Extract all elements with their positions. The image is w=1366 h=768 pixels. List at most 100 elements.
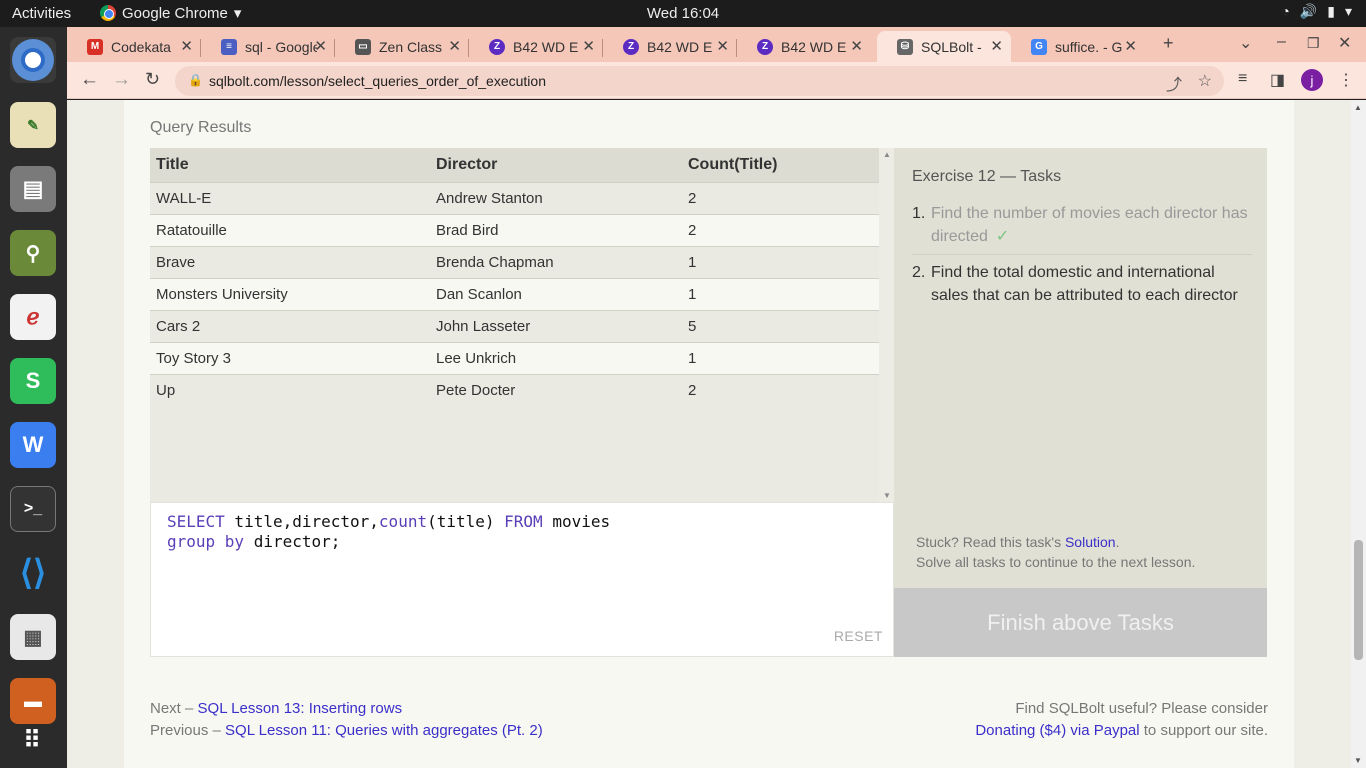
side-panel-icon[interactable]: ◨ [1270, 70, 1285, 90]
system-tray[interactable]: ◔ 🔊 ▮ ▾ [1281, 3, 1352, 20]
new-tab-button[interactable]: + [1163, 33, 1174, 54]
image-viewer-icon[interactable]: ⚲ [10, 230, 56, 276]
clock[interactable]: Wed 16:04 [647, 5, 719, 22]
terminal-icon[interactable]: >_ [10, 486, 56, 532]
tab-label: Codekata [111, 38, 171, 55]
zoom-icon: Z [757, 38, 773, 55]
tab-close-icon[interactable]: ✕ [990, 37, 1003, 55]
tab-separator [736, 39, 737, 57]
table-row: Ratatouille Brad Bird 2 [150, 213, 879, 246]
maximize-icon[interactable]: ❐ [1307, 35, 1320, 52]
tab-close-icon[interactable]: ✕ [1124, 37, 1137, 55]
table-cell: Monsters University [150, 277, 430, 310]
tab-4[interactable]: Z B42 WD E ✕ [469, 31, 603, 62]
scroll-up-icon[interactable]: ▲ [1354, 103, 1362, 112]
finish-tasks-button[interactable]: Finish above Tasks [894, 588, 1267, 657]
tab-close-icon[interactable]: ✕ [582, 37, 595, 55]
tab-close-icon[interactable]: ✕ [448, 37, 461, 55]
tab-search-icon[interactable]: ⌄ [1239, 33, 1252, 53]
table-row: Brave Brenda Chapman 1 [150, 245, 879, 278]
tab-1[interactable]: M Codekata ✕ [67, 31, 201, 62]
document-viewer-icon[interactable]: ℯ [10, 294, 56, 340]
files-icon[interactable]: ▤ [10, 166, 56, 212]
bookmark-star-icon[interactable]: ☆ [1198, 71, 1212, 91]
table-cell: Cars 2 [150, 309, 430, 342]
calculator-icon[interactable]: ▦ [10, 614, 56, 660]
zoom-icon: Z [623, 38, 639, 55]
tab-close-icon[interactable]: ✕ [850, 37, 863, 55]
table-cell: 5 [682, 309, 879, 342]
docs-icon: ≡ [221, 38, 237, 55]
previous-lesson-link[interactable]: SQL Lesson 11: Queries with aggregates (… [225, 722, 543, 739]
share-icon[interactable]: ⤴ [1166, 71, 1182, 95]
tab-close-icon[interactable]: ✕ [716, 37, 729, 55]
donate-link[interactable]: Donating ($4) via Paypal [975, 722, 1139, 739]
tab-8[interactable]: Gsuffice. - G ✕ [1011, 31, 1145, 62]
sql-editor[interactable]: SELECT title,director,count(title) FROM … [150, 502, 894, 657]
table-cell: Ratatouille [150, 213, 430, 246]
show-apps-icon[interactable]: ⠿ [10, 717, 56, 763]
spreadsheet-icon[interactable]: S [10, 358, 56, 404]
checkmark-icon: ✓ [995, 228, 1010, 245]
table-cell: Lee Unkrich [430, 341, 682, 374]
database-icon: ⛁ [897, 38, 913, 55]
more-menu-icon[interactable]: ⋮ [1338, 70, 1354, 90]
activities-button[interactable]: Activities [12, 5, 71, 22]
column-header: Count(Title) [682, 148, 879, 182]
scroll-up-icon[interactable]: ▲ [883, 150, 891, 159]
table-row: Toy Story 3 Lee Unkrich 1 [150, 341, 879, 374]
app-menu[interactable]: Google Chrome ▾ [100, 4, 241, 22]
chevron-down-icon: ▾ [1344, 3, 1352, 19]
volume-icon: 🔊 [1299, 3, 1318, 19]
minimize-icon[interactable]: – [1277, 33, 1286, 51]
forward-icon[interactable]: → [112, 69, 131, 91]
tab-3[interactable]: ▭ Zen Class ✕ [335, 31, 469, 62]
close-icon[interactable]: ✕ [1338, 33, 1351, 53]
table-cell: John Lasseter [430, 309, 682, 342]
scroll-down-icon[interactable]: ▼ [883, 491, 891, 500]
table-cell: 2 [682, 213, 879, 246]
url-text: sqlbolt.com/lesson/select_queries_order_… [209, 73, 546, 89]
tab-2[interactable]: ≡ sql - Google ✕ [201, 31, 335, 62]
query-line-2: group by director; [167, 532, 341, 551]
table-row: Cars 2 John Lasseter 5 [150, 309, 879, 342]
tab-separator [602, 39, 603, 57]
task-help: Stuck? Read this task's Solution. Solve … [916, 534, 1196, 570]
wifi-icon: ◔ [1281, 3, 1290, 19]
tab-7[interactable]: ⛁ SQLBolt - ✕ [877, 31, 1011, 62]
reload-icon[interactable]: ↻ [145, 69, 160, 90]
reset-button[interactable]: RESET [834, 626, 883, 646]
profile-avatar[interactable]: j [1301, 69, 1323, 91]
back-icon[interactable]: ← [80, 69, 99, 91]
tab-5[interactable]: Z B42 WD E ✕ [603, 31, 737, 62]
table-cell: Brave [150, 245, 430, 278]
address-bar[interactable]: 🔒 sqlbolt.com/lesson/select_queries_orde… [175, 66, 1224, 96]
tab-6[interactable]: Z B42 WD E ✕ [737, 31, 871, 62]
tab-strip: M Codekata ✕ ≡ sql - Google ✕ ▭ Zen Class ✕ Z B42 … [67, 27, 1366, 62]
table-cell: 1 [682, 245, 879, 278]
tab-label: B42 WD E [513, 38, 579, 55]
vscode-icon[interactable]: ⟨⟩ [10, 550, 56, 596]
reading-list-icon[interactable]: ≡ [1238, 70, 1247, 88]
tab-separator [200, 39, 201, 57]
lesson-content: Query Results Title Director Count(Title) … [124, 100, 1294, 683]
results-scrollbar[interactable]: ▲ ▼ [879, 148, 894, 502]
dock: ✎ ▤ ⚲ ℯ S W >_ ⟨⟩ ▦ ▬ ⠿ [0, 27, 67, 768]
zen-icon: ▭ [355, 38, 371, 55]
task-text: Find the number of movies each director … [931, 205, 1248, 245]
solution-link[interactable]: Solution [1065, 534, 1116, 550]
page-scrollbar[interactable]: ▲ ▼ [1351, 100, 1366, 768]
table-row: Monsters University Dan Scanlon 1 [150, 277, 879, 310]
next-lesson-link[interactable]: SQL Lesson 13: Inserting rows [198, 700, 403, 717]
table-cell: Dan Scanlon [430, 277, 682, 310]
scroll-down-icon[interactable]: ▼ [1354, 756, 1362, 765]
table-cell: Brenda Chapman [430, 245, 682, 278]
task-number: 2. [912, 264, 926, 281]
app-menu-label: Google Chrome [122, 4, 228, 22]
text-editor-icon[interactable]: ✎ [10, 102, 56, 148]
chromium-icon[interactable] [10, 37, 56, 83]
writer-icon[interactable]: W [10, 422, 56, 468]
tab-close-icon[interactable]: ✕ [314, 37, 327, 55]
scrollbar-thumb[interactable] [1354, 540, 1363, 660]
tab-close-icon[interactable]: ✕ [180, 37, 193, 55]
